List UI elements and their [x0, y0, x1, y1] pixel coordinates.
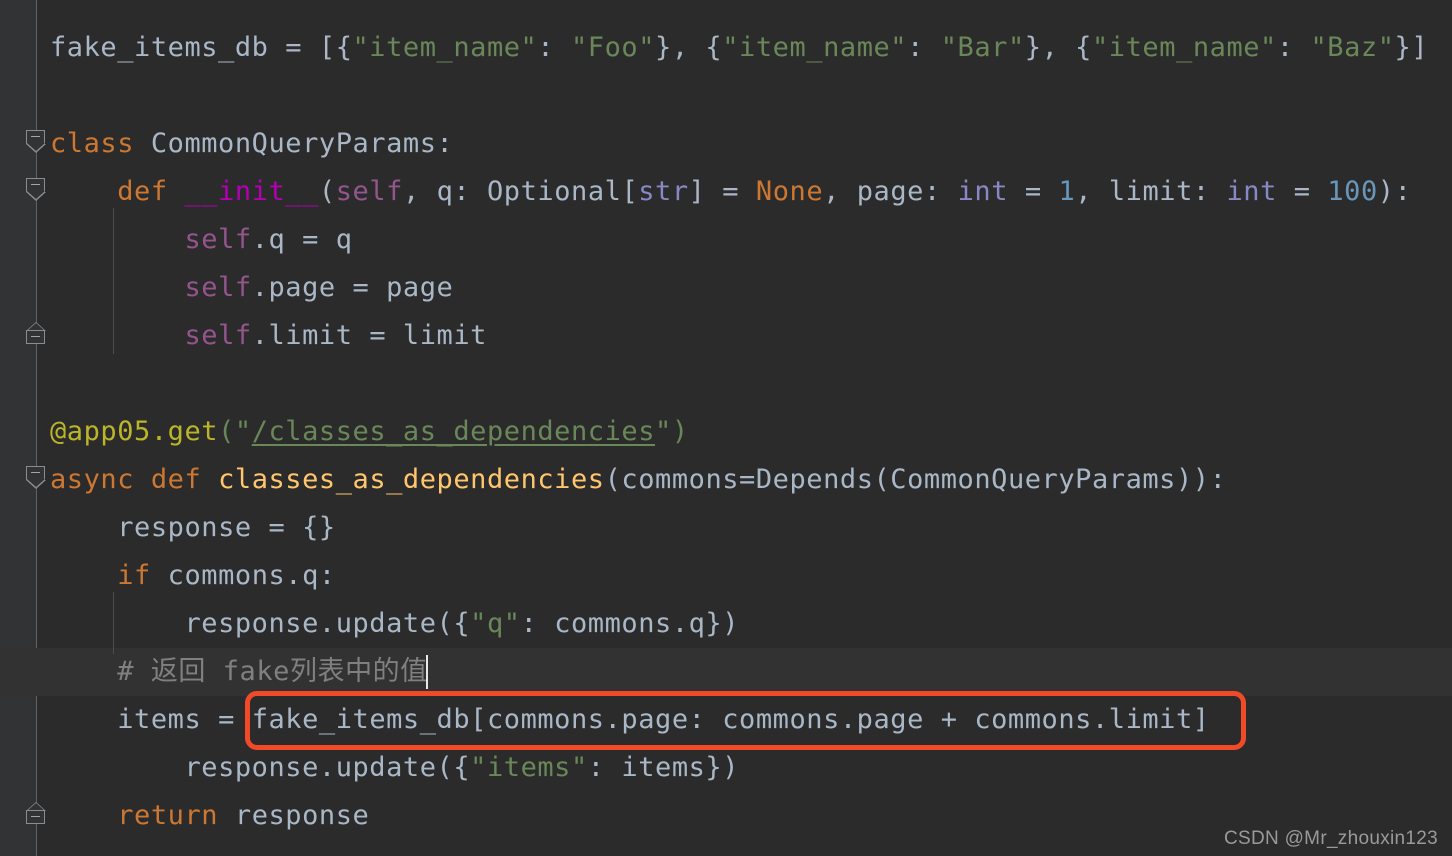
token-text: items =: [117, 704, 252, 735]
token-keyword-return: return: [117, 800, 219, 831]
token-string: "Bar": [940, 32, 1025, 63]
token-number: 100: [1327, 176, 1378, 207]
token-text: response: [218, 800, 370, 831]
token-text: }, {: [1024, 32, 1092, 63]
token-keyword: def: [117, 176, 168, 207]
token-text: }]: [1394, 32, 1429, 63]
token-builtin-type: str: [638, 176, 689, 207]
code-line-1[interactable]: fake_items_db = [{"item_name": "Foo"}, {…: [50, 24, 1428, 72]
code-line-18[interactable]: return response: [50, 792, 369, 840]
token-dunder-name: __init__: [184, 176, 319, 207]
token-text: response.update({: [184, 608, 471, 639]
token-text: =: [1008, 176, 1059, 207]
code-line-15[interactable]: # 返回 fake列表中的值: [50, 648, 428, 696]
token-self: self: [184, 272, 252, 303]
token-text: }, {: [655, 32, 723, 63]
watermark: CSDN @Mr_zhouxin123: [1223, 828, 1438, 849]
text-caret: [426, 655, 428, 689]
token-number: 1: [1058, 176, 1076, 207]
code-line-10[interactable]: @app05.get("/classes_as_dependencies"): [50, 408, 689, 456]
token-builtin-type: int: [1226, 176, 1277, 207]
code-line-5[interactable]: self.q = q: [50, 216, 353, 264]
token-keyword-none: None: [755, 176, 824, 207]
token-text: response = {}: [117, 512, 336, 543]
code-line-17[interactable]: response.update({"items": items}): [50, 744, 739, 792]
token-text: =: [1276, 176, 1328, 207]
token-text: :: [907, 32, 941, 63]
token-text: (: [318, 176, 336, 207]
token-comment: # 返回 fake列表中的值: [117, 656, 428, 687]
token-decorator: @app05.get: [50, 416, 219, 447]
token-text: (": [218, 416, 252, 447]
token-text: fake_items_db = [{: [50, 32, 353, 63]
token-text: , limit:: [1075, 176, 1227, 207]
token-text: , page:: [823, 176, 958, 207]
token-string: "Foo": [570, 32, 656, 63]
token-text: , q: Optional[: [402, 176, 639, 207]
token-text: response.update({: [184, 752, 471, 783]
token-text: : commons.q}): [520, 608, 740, 639]
token-keyword-if: if: [117, 560, 151, 591]
code-line-12[interactable]: response = {}: [50, 504, 336, 552]
token-self: self: [184, 320, 252, 351]
token-string: "Baz": [1310, 32, 1395, 63]
code-line-11[interactable]: async def classes_as_dependencies(common…: [50, 456, 1226, 504]
token-text: .q = q: [251, 224, 353, 255]
token-text: CommonQueryParams:: [134, 128, 454, 159]
token-self: self: [184, 224, 252, 255]
token-keyword-def: def: [150, 464, 202, 495]
code-line-7[interactable]: self.limit = limit: [50, 312, 487, 360]
token-function-name: classes_as_dependencies: [218, 464, 605, 495]
code-line-13[interactable]: if commons.q:: [50, 552, 336, 600]
code-line-6[interactable]: self.page = page: [50, 264, 453, 312]
token-text: commons.q:: [150, 560, 336, 591]
token-text: ] =: [688, 176, 756, 207]
token-route-path[interactable]: /classes_as_dependencies: [252, 416, 655, 447]
token-keyword-async: async: [50, 464, 135, 495]
code-line-14[interactable]: response.update({"q": commons.q}): [50, 600, 739, 648]
token-string: "item_name": [722, 32, 908, 63]
code-line-16[interactable]: items = fake_items_db[commons.page: comm…: [50, 696, 1210, 744]
token-text: .limit = limit: [251, 320, 487, 351]
token-text: ):: [1377, 176, 1412, 207]
code-editor[interactable]: fake_items_db = [{"item_name": "Foo"}, {…: [0, 0, 1452, 856]
token-builtin-type: int: [957, 176, 1009, 207]
token-string: "q": [470, 608, 521, 639]
token-string: "item_name": [352, 32, 538, 63]
token-string: "items": [470, 752, 588, 783]
code-content[interactable]: fake_items_db = [{"item_name": "Foo"}, {…: [0, 0, 1452, 856]
token-string: "item_name": [1092, 32, 1277, 63]
token-text: .page = page: [251, 272, 454, 303]
token-text: :: [537, 32, 571, 63]
token-self: self: [335, 176, 403, 207]
token-text: :: [1276, 32, 1311, 63]
code-line-3[interactable]: class CommonQueryParams:: [50, 120, 453, 168]
token-keyword: class: [50, 128, 135, 159]
token-text: "): [655, 416, 689, 447]
token-text: : items}): [587, 752, 740, 783]
token-text: (commons=Depends(CommonQueryParams)):: [604, 464, 1227, 495]
code-line-4[interactable]: def __init__(self, q: Optional[str] = No…: [50, 168, 1411, 216]
token-boxed-expression: fake_items_db[commons.page: commons.page…: [251, 704, 1210, 735]
